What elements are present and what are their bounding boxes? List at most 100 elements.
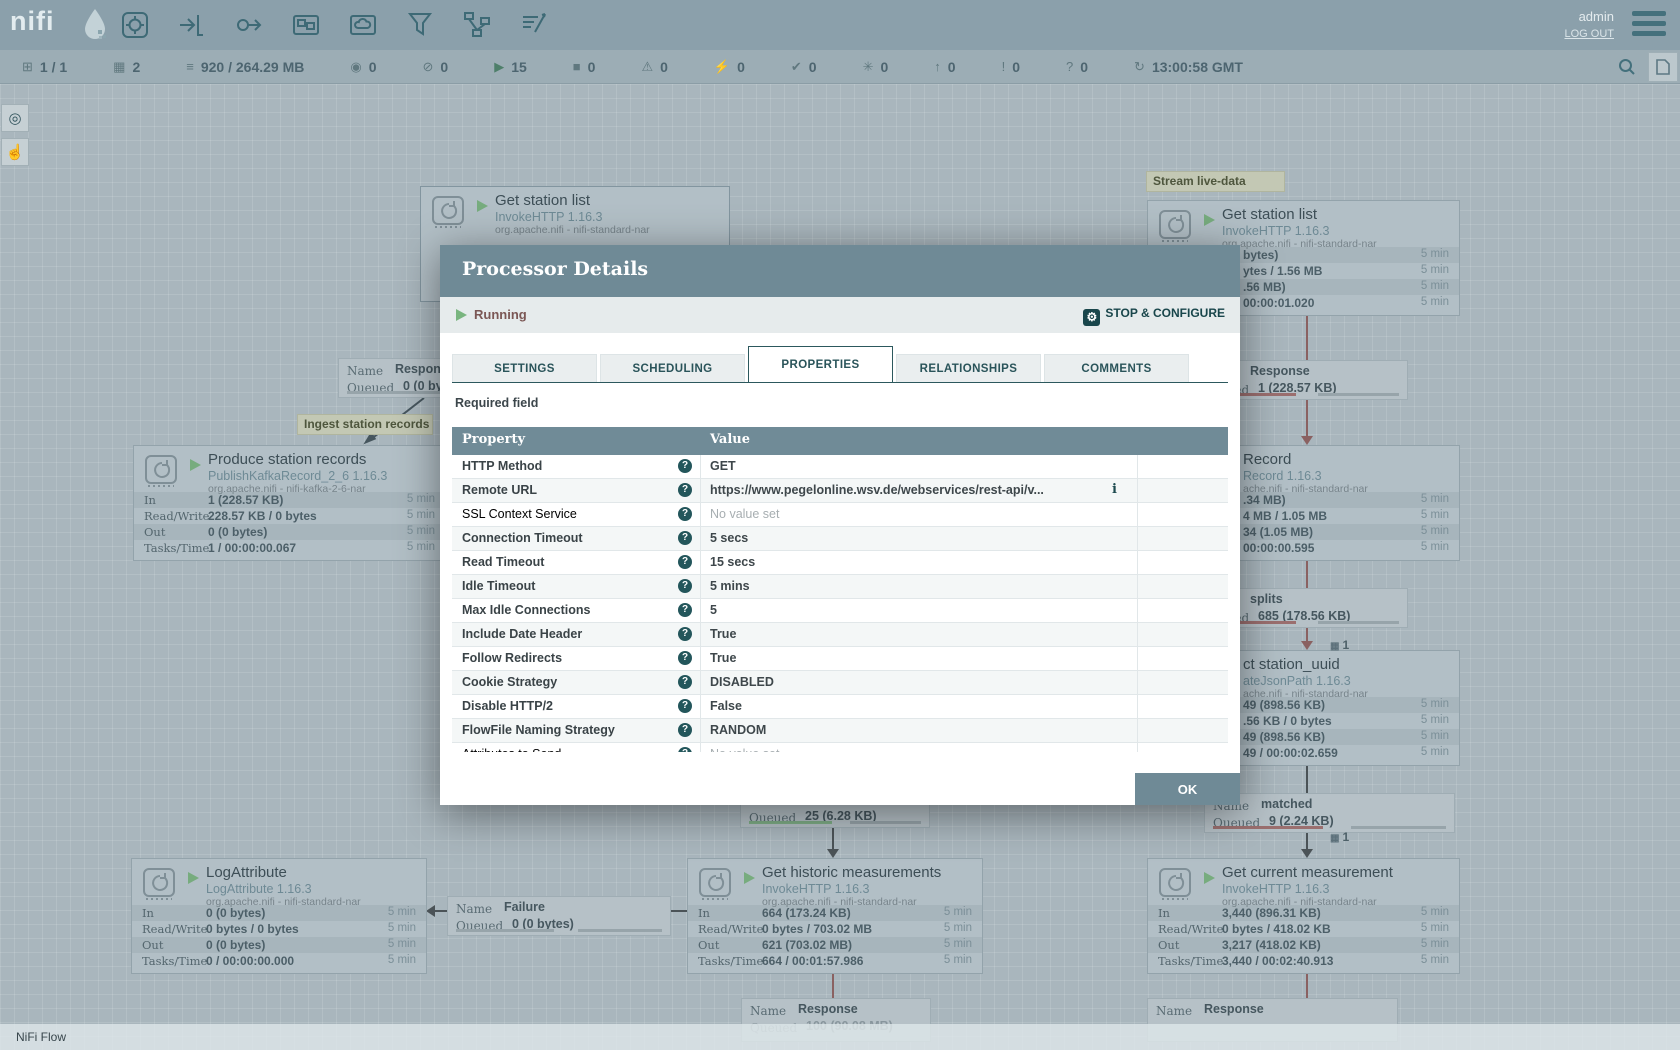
- property-row[interactable]: Remote URL? https://www.pegelonline.wsv.…: [452, 479, 1228, 503]
- help-icon: ?: [678, 675, 692, 689]
- connection-arrow: [827, 849, 839, 858]
- asterisk-icon: ✳: [863, 59, 874, 75]
- property-row-clipped[interactable]: Attributes to Send? No value set: [452, 743, 1228, 752]
- processor-get-current-measurement[interactable]: Get current measurement InvokeHTTP 1.16.…: [1147, 858, 1460, 974]
- processor-log-attribute[interactable]: LogAttribute LogAttribute 1.16.3 org.apa…: [131, 858, 427, 974]
- connection-line[interactable]: [434, 910, 447, 912]
- property-row[interactable]: Max Idle Connections? 5: [452, 599, 1228, 623]
- queued-icon: ≡: [186, 59, 194, 74]
- processor-details-dialog: Processor Details Running ⚙STOP & CONFIG…: [440, 245, 1240, 805]
- connection-line[interactable]: [1306, 766, 1308, 793]
- processor-type: InvokeHTTP 1.16.3: [762, 882, 869, 896]
- dialog-status-row: Running ⚙STOP & CONFIGURE: [440, 297, 1240, 333]
- stat-readwrite: 0 bytes / 703.02 MB: [762, 922, 872, 936]
- process-group-component-button[interactable]: [291, 10, 321, 40]
- template-component-button[interactable]: [462, 10, 492, 40]
- active-threads-badge: ▦1: [1330, 830, 1349, 844]
- connection-line[interactable]: [1306, 974, 1308, 998]
- property-row[interactable]: Cookie Strategy? DISABLED: [452, 671, 1228, 695]
- logout-link[interactable]: LOG OUT: [1564, 28, 1614, 40]
- connection-arrow: [1301, 436, 1313, 445]
- connection-label-matched[interactable]: Namematched Queued9 (2.24 KB): [1204, 793, 1455, 833]
- property-row[interactable]: FlowFile Naming Strategy? RANDOM: [452, 719, 1228, 743]
- stat-readwrite: 0 bytes / 0 bytes: [206, 922, 299, 936]
- last-refresh[interactable]: ↻13:00:58 GMT: [1134, 59, 1243, 75]
- help-icon: ?: [678, 699, 692, 713]
- tab-scheduling[interactable]: SCHEDULING: [600, 354, 745, 383]
- property-row[interactable]: Include Date Header? True: [452, 623, 1228, 647]
- cluster-icon: ⊞: [22, 59, 33, 75]
- tab-settings[interactable]: SETTINGS: [452, 354, 597, 383]
- connection-line[interactable]: [1306, 628, 1308, 642]
- connection-line[interactable]: [671, 910, 687, 912]
- tab-properties[interactable]: PROPERTIES: [748, 346, 893, 383]
- canvas-label-ingest-station-records[interactable]: Ingest station records: [297, 414, 433, 435]
- birdseye-toggle-button[interactable]: [1648, 52, 1678, 82]
- processor-type: InvokeHTTP 1.16.3: [1222, 224, 1329, 238]
- property-row[interactable]: Connection Timeout? 5 secs: [452, 527, 1228, 551]
- search-button[interactable]: [1612, 52, 1642, 82]
- exclamation-icon: !: [1002, 59, 1006, 74]
- breadcrumb[interactable]: NiFi Flow: [16, 1030, 66, 1044]
- invalid-status: ⚠0: [641, 59, 667, 75]
- backpressure-size-bar: [1318, 621, 1399, 624]
- tab-comments[interactable]: COMMENTS: [1044, 354, 1189, 383]
- connection-arrow: [1301, 849, 1313, 858]
- property-row[interactable]: HTTP Method? GET: [452, 455, 1228, 479]
- global-menu-button[interactable]: [1632, 11, 1666, 36]
- stat-out: 3,217 (418.02 KB): [1222, 938, 1321, 952]
- processor-produce-station-records[interactable]: Produce station records PublishKafkaReco…: [133, 445, 446, 561]
- property-row[interactable]: Read Timeout? 15 secs: [452, 551, 1228, 575]
- label-component-button[interactable]: [519, 10, 549, 40]
- canvas-label-stream-live-data[interactable]: Stream live-data: [1146, 171, 1285, 192]
- stat-out: .56 MB): [1243, 280, 1286, 294]
- running-icon: [477, 200, 488, 212]
- navigate-palette-button[interactable]: ◎: [1, 104, 29, 132]
- stat-in: 49 (898.56 KB): [1243, 698, 1325, 712]
- stat-tasks: 00:00:01.020: [1243, 296, 1314, 310]
- remote-process-group-component-button[interactable]: [348, 10, 378, 40]
- input-port-component-button[interactable]: [177, 10, 207, 40]
- property-row[interactable]: SSL Context Service? No value set: [452, 503, 1228, 527]
- table-header: Property Value: [452, 427, 1228, 455]
- stat-out: 621 (703.02 MB): [762, 938, 852, 952]
- grid-icon: ▦: [1330, 833, 1339, 844]
- page-icon: [1656, 59, 1670, 75]
- tab-relationships[interactable]: RELATIONSHIPS: [896, 354, 1041, 383]
- processor-icon: [1157, 208, 1193, 244]
- help-icon: ?: [678, 555, 692, 569]
- help-icon: ?: [678, 747, 692, 752]
- stopped-icon: ■: [573, 59, 581, 74]
- property-row[interactable]: Idle Timeout? 5 mins: [452, 575, 1228, 599]
- question-icon: ?: [1066, 59, 1073, 74]
- connection-line[interactable]: [1306, 833, 1308, 850]
- operate-palette-button[interactable]: ☝: [1, 138, 29, 166]
- connection-label-failure[interactable]: NameFailure Queued0 (0 bytes): [447, 896, 671, 936]
- info-icon: i: [1112, 482, 1117, 497]
- connection-line[interactable]: [832, 828, 834, 850]
- processor-component-button[interactable]: [120, 10, 150, 40]
- help-icon: ?: [678, 459, 692, 473]
- stat-tasks: 0 / 00:00:00.000: [206, 954, 294, 968]
- ok-button[interactable]: OK: [1135, 773, 1240, 805]
- property-row[interactable]: Disable HTTP/2? False: [452, 695, 1228, 719]
- connection-line[interactable]: [1306, 316, 1308, 360]
- stop-and-configure-button[interactable]: ⚙STOP & CONFIGURE: [1083, 306, 1225, 326]
- output-port-component-button[interactable]: [234, 10, 264, 40]
- processor-get-historic-measurements[interactable]: Get historic measurements InvokeHTTP 1.1…: [687, 858, 983, 974]
- threads-icon: ▦: [113, 59, 125, 75]
- navigate-icon: ◎: [8, 109, 21, 127]
- processor-state: Running: [474, 307, 527, 322]
- connection-line[interactable]: [832, 974, 834, 998]
- not-transmitting-icon: ⊘: [423, 59, 434, 75]
- connection-line[interactable]: [1306, 400, 1308, 437]
- funnel-component-button[interactable]: [405, 10, 435, 40]
- help-icon: ?: [678, 531, 692, 545]
- not-transmitting-status: ⊘0: [423, 59, 449, 75]
- connection-arrow: [1301, 641, 1313, 650]
- properties-table: Property Value HTTP Method? GET Remote U…: [452, 427, 1228, 752]
- connection-line[interactable]: [1306, 561, 1308, 588]
- property-row[interactable]: Follow Redirects? True: [452, 647, 1228, 671]
- processor-name: ct station_uuid: [1243, 656, 1340, 673]
- backpressure-size-bar: [850, 821, 921, 824]
